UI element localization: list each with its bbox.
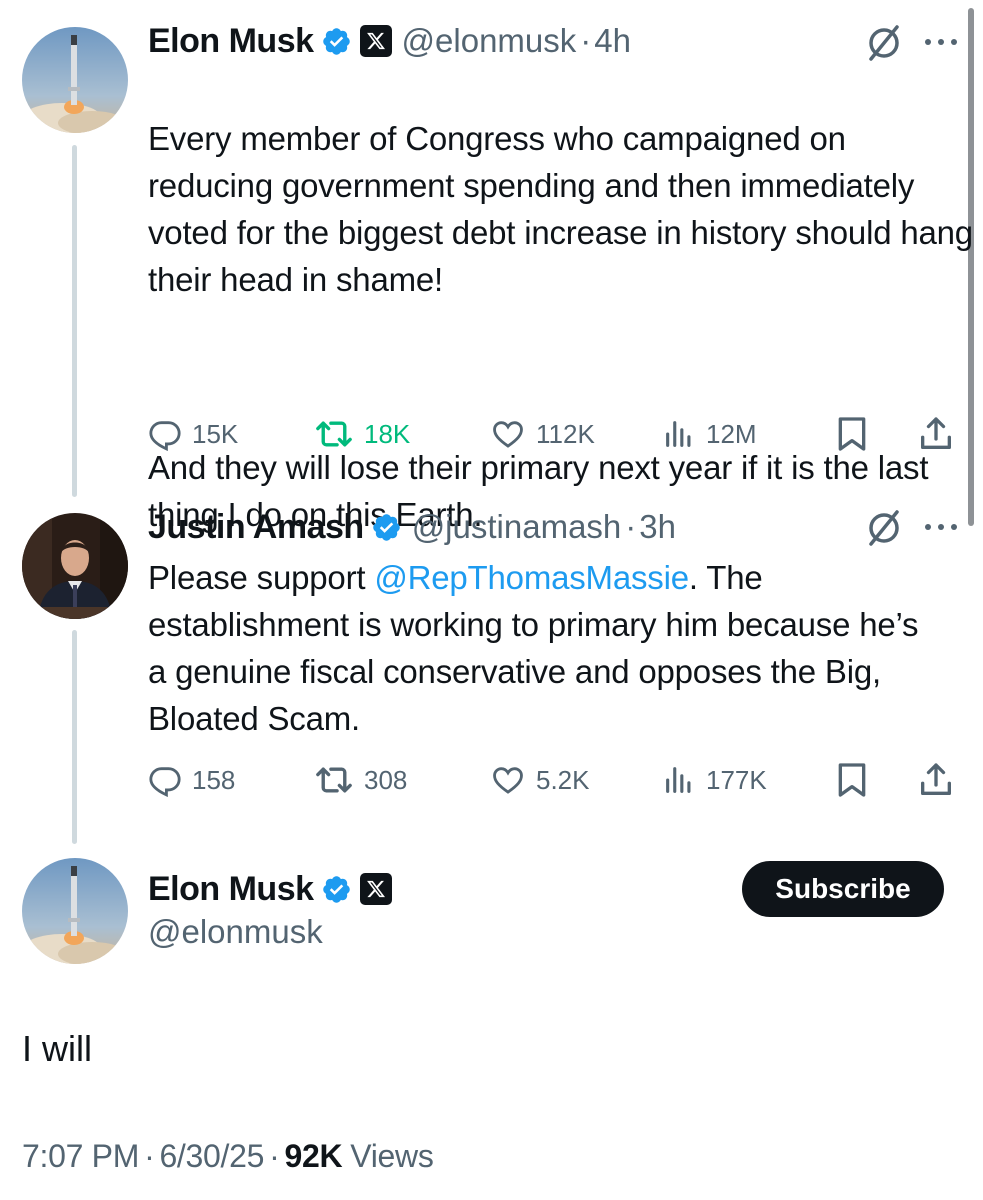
person-avatar-image <box>22 513 128 619</box>
post-detail-page: Elon Musk @elonmusk · 4h Every member of… <box>0 0 983 1200</box>
separator: · <box>625 508 637 545</box>
separator: · <box>269 1138 280 1174</box>
post-time[interactable]: 7:07 PM <box>22 1138 139 1175</box>
reply-button[interactable]: 158 <box>148 760 235 800</box>
repost-icon <box>316 767 352 793</box>
verified-badge-icon[interactable] <box>321 874 352 905</box>
x-logo-icon[interactable] <box>359 25 392 57</box>
like-count: 5.2K <box>536 764 590 795</box>
author-name[interactable]: Elon Musk <box>148 870 314 909</box>
verified-badge-icon[interactable] <box>371 512 402 543</box>
views-button[interactable]: 12M <box>662 414 757 454</box>
thread-line <box>72 630 77 844</box>
post-text: I will <box>22 1028 92 1069</box>
author-handle[interactable]: @elonmusk <box>148 913 323 951</box>
reply-button[interactable]: 15K <box>148 414 238 454</box>
like-button[interactable]: 112K <box>490 414 595 454</box>
separator: · <box>580 22 592 59</box>
post-metadata: 7:07 PM · 6/30/25 · 92K Views <box>22 1138 434 1175</box>
share-icon[interactable] <box>916 760 956 800</box>
post-time[interactable]: 3h <box>639 508 676 546</box>
repost-button[interactable]: 18K <box>314 414 410 454</box>
post-text-before-mention: Please support <box>148 559 375 596</box>
repost-count: 308 <box>364 764 408 795</box>
like-button[interactable]: 5.2K <box>490 760 590 800</box>
rocket-avatar-image <box>22 27 128 133</box>
post-header: Elon Musk <box>148 869 392 909</box>
more-icon[interactable] <box>920 517 962 537</box>
author-name[interactable]: Elon Musk <box>148 22 314 61</box>
thread-line <box>72 145 77 497</box>
views-label: Views <box>350 1138 434 1174</box>
views-count: 177K <box>706 764 767 795</box>
bookmark-icon[interactable] <box>832 414 872 454</box>
post-text: Please support @RepThomasMassie. The est… <box>148 554 938 742</box>
views-count: 92K <box>284 1138 343 1174</box>
reply-icon <box>149 767 181 797</box>
x-logo-icon[interactable] <box>359 873 392 905</box>
like-icon <box>493 767 523 794</box>
more-icon[interactable] <box>920 32 962 52</box>
bookmark-icon[interactable] <box>832 760 872 800</box>
views-icon <box>666 421 691 447</box>
post-date[interactable]: 6/30/25 <box>159 1138 264 1175</box>
views-count: 12M <box>706 418 757 449</box>
author-handle[interactable]: @elonmusk <box>402 22 577 60</box>
reply-icon <box>149 421 181 451</box>
reply-count: 158 <box>192 764 236 795</box>
avatar[interactable] <box>22 27 128 133</box>
author-name[interactable]: Justin Amash <box>148 508 364 547</box>
grok-icon[interactable] <box>862 21 906 65</box>
share-icon[interactable] <box>916 414 956 454</box>
like-count: 112K <box>536 418 595 449</box>
like-icon <box>493 421 523 448</box>
post-header: Justin Amash @justinamash · 3h <box>148 507 676 547</box>
grok-icon[interactable] <box>862 506 906 550</box>
subscribe-button[interactable]: Subscribe <box>742 861 944 917</box>
author-handle[interactable]: @justinamash <box>412 508 622 546</box>
rocket-avatar-image <box>22 858 128 964</box>
avatar[interactable] <box>22 858 128 964</box>
views-icon <box>666 767 691 793</box>
views-button[interactable]: 177K <box>662 760 767 800</box>
post-header: Elon Musk @elonmusk · 4h <box>148 21 631 61</box>
post-paragraph: Every member of Congress who campaigned … <box>148 120 973 298</box>
separator: · <box>144 1138 155 1174</box>
verified-badge-icon[interactable] <box>321 26 352 57</box>
avatar[interactable] <box>22 513 128 619</box>
repost-button[interactable]: 308 <box>314 760 407 800</box>
post-time[interactable]: 4h <box>594 22 631 60</box>
mention-link[interactable]: @RepThomasMassie <box>374 559 689 596</box>
reply-count: 15K <box>192 418 239 449</box>
repost-count: 18K <box>364 418 411 449</box>
repost-icon <box>316 421 352 447</box>
